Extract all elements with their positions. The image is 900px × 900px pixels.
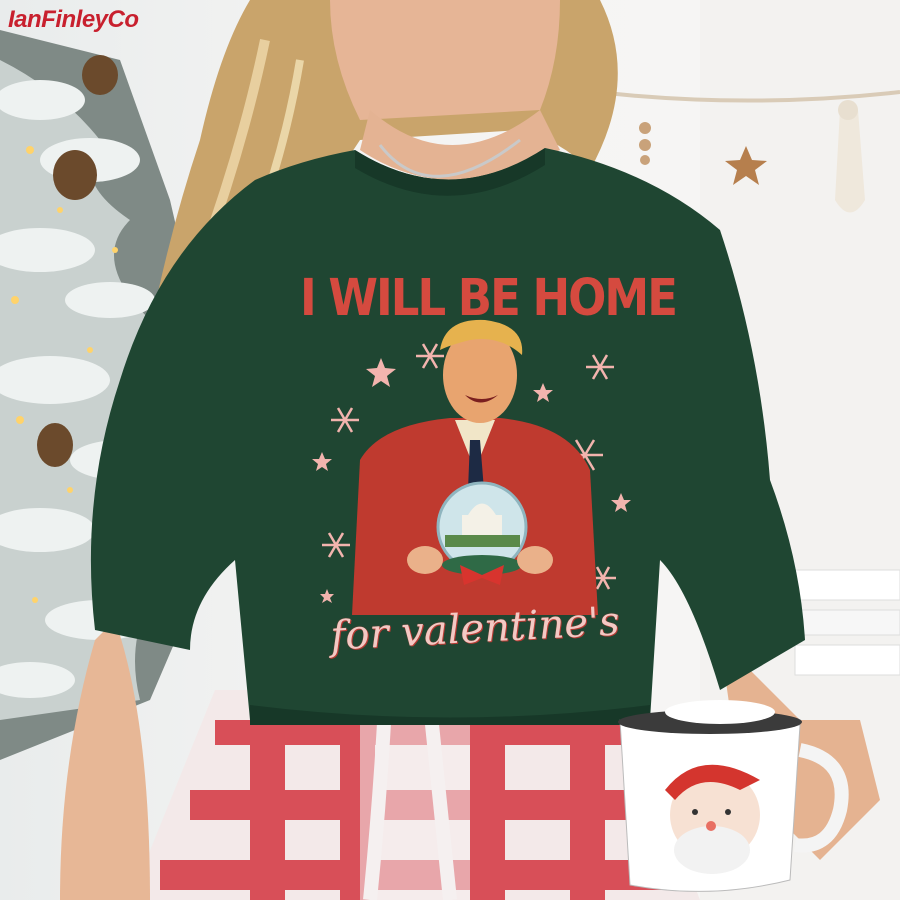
shirt-headline: I WILL BE HOME <box>300 268 678 328</box>
white-bench <box>789 569 900 676</box>
product-photo: IanFinleyCo I WILL BE HOME for valentine… <box>0 0 900 900</box>
photo-illustration <box>0 0 900 900</box>
watermark-logo: IanFinleyCo <box>8 6 139 33</box>
